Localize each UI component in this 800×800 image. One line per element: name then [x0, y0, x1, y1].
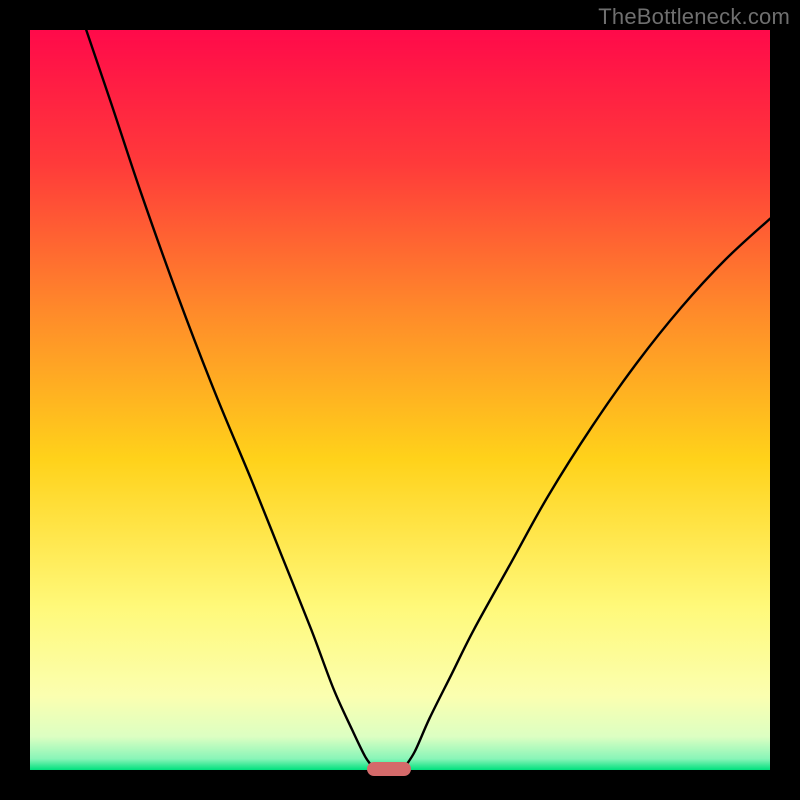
gradient-background — [30, 30, 770, 770]
chart-frame: TheBottleneck.com — [0, 0, 800, 800]
plot-area — [30, 30, 770, 770]
valley-marker — [367, 762, 411, 776]
watermark-text: TheBottleneck.com — [598, 4, 790, 30]
